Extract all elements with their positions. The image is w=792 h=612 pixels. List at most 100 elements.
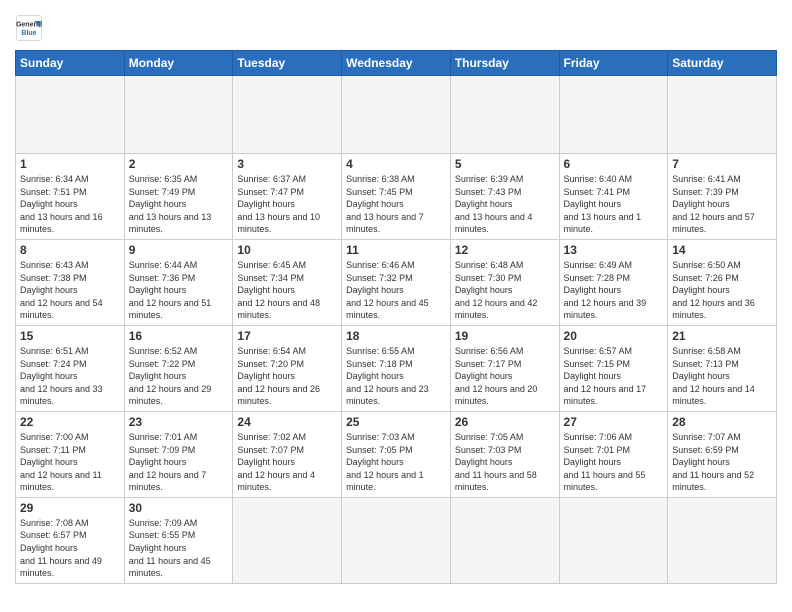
day-number: 6 bbox=[564, 157, 664, 171]
calendar-cell: 2 Sunrise: 6:35 AMSunset: 7:49 PMDayligh… bbox=[124, 154, 233, 240]
weekday-header-sunday: Sunday bbox=[16, 51, 125, 76]
day-detail: Sunrise: 6:52 AMSunset: 7:22 PMDaylight … bbox=[129, 345, 229, 408]
day-detail: Sunrise: 7:00 AMSunset: 7:11 PMDaylight … bbox=[20, 431, 120, 494]
weekday-header-thursday: Thursday bbox=[450, 51, 559, 76]
calendar-week-6: 29 Sunrise: 7:08 AMSunset: 6:57 PMDaylig… bbox=[16, 497, 777, 583]
calendar-cell bbox=[668, 76, 777, 154]
day-detail: Sunrise: 6:44 AMSunset: 7:36 PMDaylight … bbox=[129, 259, 229, 322]
day-detail: Sunrise: 6:56 AMSunset: 7:17 PMDaylight … bbox=[455, 345, 555, 408]
calendar-cell: 9 Sunrise: 6:44 AMSunset: 7:36 PMDayligh… bbox=[124, 239, 233, 325]
day-number: 26 bbox=[455, 415, 555, 429]
calendar-cell: 30 Sunrise: 7:09 AMSunset: 6:55 PMDaylig… bbox=[124, 497, 233, 583]
day-number: 22 bbox=[20, 415, 120, 429]
calendar-cell bbox=[233, 497, 342, 583]
calendar-cell: 29 Sunrise: 7:08 AMSunset: 6:57 PMDaylig… bbox=[16, 497, 125, 583]
svg-text:Blue: Blue bbox=[21, 30, 36, 37]
calendar-cell bbox=[450, 497, 559, 583]
calendar-week-4: 15 Sunrise: 6:51 AMSunset: 7:24 PMDaylig… bbox=[16, 325, 777, 411]
calendar-week-2: 1 Sunrise: 6:34 AMSunset: 7:51 PMDayligh… bbox=[16, 154, 777, 240]
calendar-cell: 26 Sunrise: 7:05 AMSunset: 7:03 PMDaylig… bbox=[450, 411, 559, 497]
calendar-cell: 1 Sunrise: 6:34 AMSunset: 7:51 PMDayligh… bbox=[16, 154, 125, 240]
day-detail: Sunrise: 6:55 AMSunset: 7:18 PMDaylight … bbox=[346, 345, 446, 408]
day-number: 16 bbox=[129, 329, 229, 343]
calendar-cell bbox=[342, 497, 451, 583]
calendar-cell: 10 Sunrise: 6:45 AMSunset: 7:34 PMDaylig… bbox=[233, 239, 342, 325]
calendar-cell bbox=[124, 76, 233, 154]
calendar-week-1 bbox=[16, 76, 777, 154]
day-detail: Sunrise: 7:08 AMSunset: 6:57 PMDaylight … bbox=[20, 517, 120, 580]
day-number: 14 bbox=[672, 243, 772, 257]
calendar-cell bbox=[668, 497, 777, 583]
day-detail: Sunrise: 6:40 AMSunset: 7:41 PMDaylight … bbox=[564, 173, 664, 236]
day-number: 20 bbox=[564, 329, 664, 343]
day-number: 28 bbox=[672, 415, 772, 429]
day-number: 3 bbox=[237, 157, 337, 171]
calendar-cell bbox=[559, 497, 668, 583]
calendar-cell: 7 Sunrise: 6:41 AMSunset: 7:39 PMDayligh… bbox=[668, 154, 777, 240]
calendar-week-3: 8 Sunrise: 6:43 AMSunset: 7:38 PMDayligh… bbox=[16, 239, 777, 325]
calendar-cell: 4 Sunrise: 6:38 AMSunset: 7:45 PMDayligh… bbox=[342, 154, 451, 240]
day-number: 21 bbox=[672, 329, 772, 343]
calendar-cell: 24 Sunrise: 7:02 AMSunset: 7:07 PMDaylig… bbox=[233, 411, 342, 497]
logo: General Blue bbox=[15, 14, 47, 42]
day-number: 24 bbox=[237, 415, 337, 429]
weekday-header-monday: Monday bbox=[124, 51, 233, 76]
day-detail: Sunrise: 6:39 AMSunset: 7:43 PMDaylight … bbox=[455, 173, 555, 236]
calendar-cell: 22 Sunrise: 7:00 AMSunset: 7:11 PMDaylig… bbox=[16, 411, 125, 497]
day-number: 7 bbox=[672, 157, 772, 171]
day-detail: Sunrise: 7:07 AMSunset: 6:59 PMDaylight … bbox=[672, 431, 772, 494]
day-number: 18 bbox=[346, 329, 446, 343]
day-number: 9 bbox=[129, 243, 229, 257]
day-number: 25 bbox=[346, 415, 446, 429]
calendar-cell: 18 Sunrise: 6:55 AMSunset: 7:18 PMDaylig… bbox=[342, 325, 451, 411]
day-number: 10 bbox=[237, 243, 337, 257]
day-detail: Sunrise: 6:54 AMSunset: 7:20 PMDaylight … bbox=[237, 345, 337, 408]
day-detail: Sunrise: 6:57 AMSunset: 7:15 PMDaylight … bbox=[564, 345, 664, 408]
day-number: 12 bbox=[455, 243, 555, 257]
day-number: 2 bbox=[129, 157, 229, 171]
day-detail: Sunrise: 6:49 AMSunset: 7:28 PMDaylight … bbox=[564, 259, 664, 322]
calendar-cell: 19 Sunrise: 6:56 AMSunset: 7:17 PMDaylig… bbox=[450, 325, 559, 411]
day-detail: Sunrise: 6:43 AMSunset: 7:38 PMDaylight … bbox=[20, 259, 120, 322]
day-detail: Sunrise: 6:48 AMSunset: 7:30 PMDaylight … bbox=[455, 259, 555, 322]
calendar-cell: 23 Sunrise: 7:01 AMSunset: 7:09 PMDaylig… bbox=[124, 411, 233, 497]
weekday-header-saturday: Saturday bbox=[668, 51, 777, 76]
day-number: 30 bbox=[129, 501, 229, 515]
logo-icon: General Blue bbox=[15, 14, 43, 42]
day-number: 19 bbox=[455, 329, 555, 343]
calendar-cell: 28 Sunrise: 7:07 AMSunset: 6:59 PMDaylig… bbox=[668, 411, 777, 497]
day-detail: Sunrise: 6:45 AMSunset: 7:34 PMDaylight … bbox=[237, 259, 337, 322]
day-detail: Sunrise: 7:09 AMSunset: 6:55 PMDaylight … bbox=[129, 517, 229, 580]
day-number: 15 bbox=[20, 329, 120, 343]
day-number: 11 bbox=[346, 243, 446, 257]
day-number: 27 bbox=[564, 415, 664, 429]
day-detail: Sunrise: 7:06 AMSunset: 7:01 PMDaylight … bbox=[564, 431, 664, 494]
calendar-cell: 8 Sunrise: 6:43 AMSunset: 7:38 PMDayligh… bbox=[16, 239, 125, 325]
day-number: 1 bbox=[20, 157, 120, 171]
calendar-cell: 16 Sunrise: 6:52 AMSunset: 7:22 PMDaylig… bbox=[124, 325, 233, 411]
day-detail: Sunrise: 6:34 AMSunset: 7:51 PMDaylight … bbox=[20, 173, 120, 236]
day-detail: Sunrise: 7:05 AMSunset: 7:03 PMDaylight … bbox=[455, 431, 555, 494]
calendar-cell: 6 Sunrise: 6:40 AMSunset: 7:41 PMDayligh… bbox=[559, 154, 668, 240]
day-number: 5 bbox=[455, 157, 555, 171]
calendar-cell: 11 Sunrise: 6:46 AMSunset: 7:32 PMDaylig… bbox=[342, 239, 451, 325]
calendar-cell bbox=[16, 76, 125, 154]
calendar-cell bbox=[450, 76, 559, 154]
calendar-cell: 21 Sunrise: 6:58 AMSunset: 7:13 PMDaylig… bbox=[668, 325, 777, 411]
calendar-cell: 12 Sunrise: 6:48 AMSunset: 7:30 PMDaylig… bbox=[450, 239, 559, 325]
day-detail: Sunrise: 7:03 AMSunset: 7:05 PMDaylight … bbox=[346, 431, 446, 494]
weekday-header-friday: Friday bbox=[559, 51, 668, 76]
day-number: 4 bbox=[346, 157, 446, 171]
day-detail: Sunrise: 6:46 AMSunset: 7:32 PMDaylight … bbox=[346, 259, 446, 322]
day-number: 17 bbox=[237, 329, 337, 343]
day-number: 13 bbox=[564, 243, 664, 257]
calendar-cell: 20 Sunrise: 6:57 AMSunset: 7:15 PMDaylig… bbox=[559, 325, 668, 411]
day-number: 29 bbox=[20, 501, 120, 515]
calendar-week-5: 22 Sunrise: 7:00 AMSunset: 7:11 PMDaylig… bbox=[16, 411, 777, 497]
day-number: 8 bbox=[20, 243, 120, 257]
day-detail: Sunrise: 6:38 AMSunset: 7:45 PMDaylight … bbox=[346, 173, 446, 236]
calendar-table: SundayMondayTuesdayWednesdayThursdayFrid… bbox=[15, 50, 777, 584]
calendar-cell bbox=[559, 76, 668, 154]
calendar-cell: 15 Sunrise: 6:51 AMSunset: 7:24 PMDaylig… bbox=[16, 325, 125, 411]
weekday-header-tuesday: Tuesday bbox=[233, 51, 342, 76]
